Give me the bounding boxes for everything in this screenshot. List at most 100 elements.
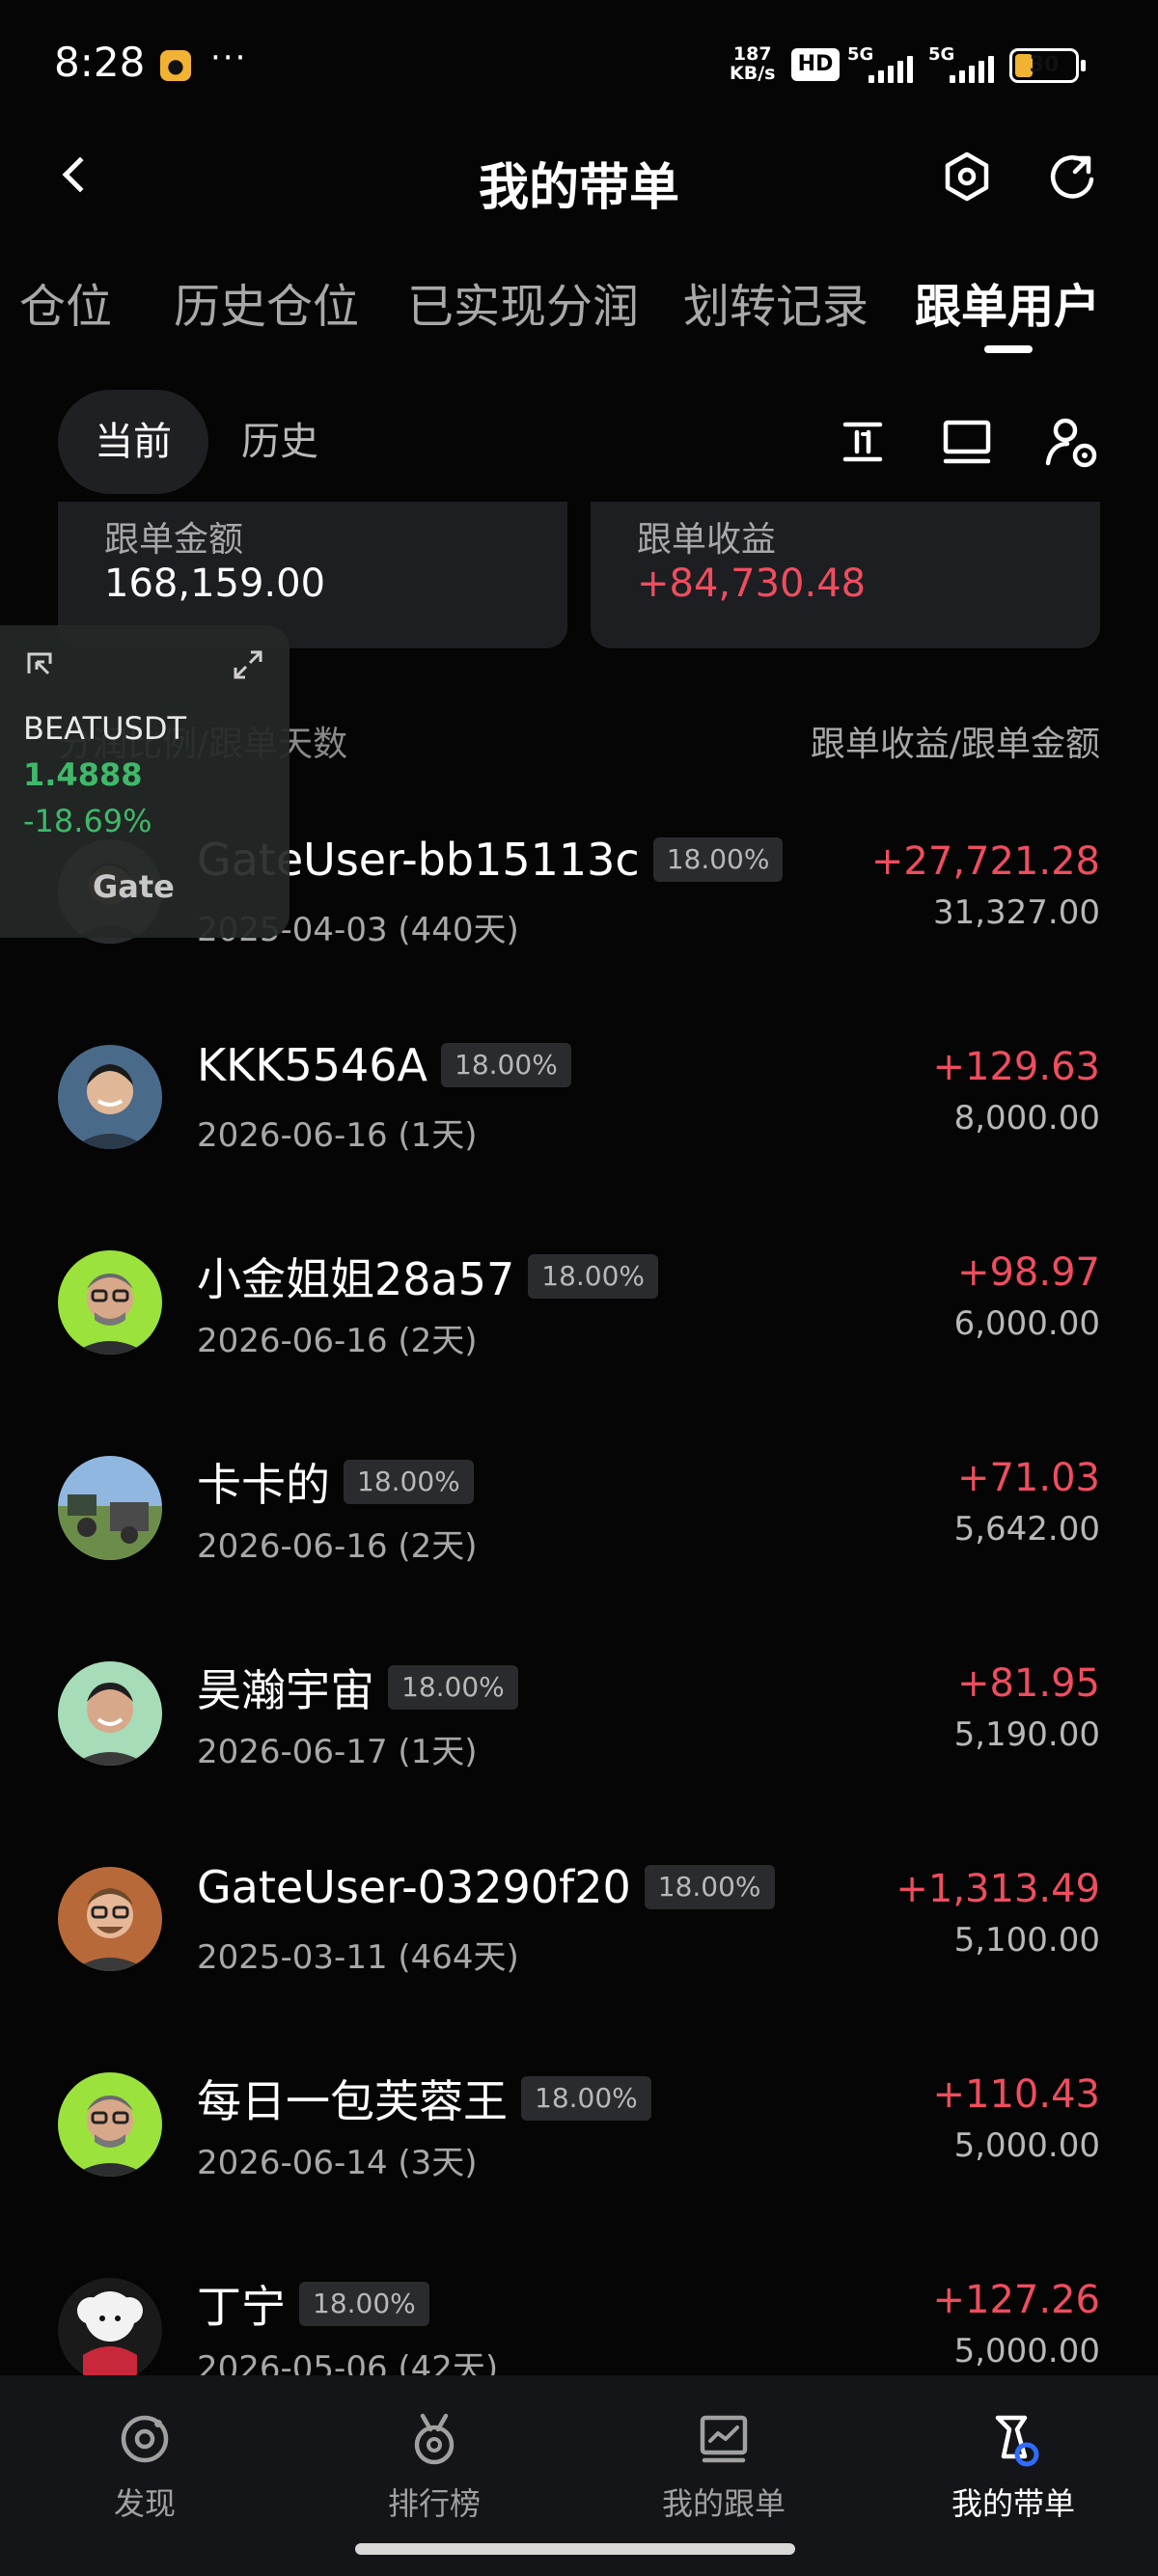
home-indicator[interactable] xyxy=(355,2543,795,2555)
profit-share-badge: 18.00% xyxy=(644,1865,775,1909)
profit-share-badge: 18.00% xyxy=(521,2076,651,2121)
active-tab-indicator xyxy=(984,345,1033,353)
follow-profit-card: 跟单收益 +84,730.48 xyxy=(591,502,1100,648)
nav-discover[interactable]: 发现 xyxy=(0,2375,290,2530)
follower-row[interactable]: 昊瀚宇宙 18.00% 2026-06-17 (1天) +81.95 5,190.… xyxy=(0,1661,1158,1854)
status-bar: 8:28 ● ··· 187 KB/s HD 5G 5G 30 xyxy=(0,0,1158,125)
follower-profit: +71.03 xyxy=(956,1456,1100,1500)
follower-amount: 8,000.00 xyxy=(953,1099,1100,1137)
battery-level: 30 xyxy=(1029,53,1060,77)
tab-followers[interactable]: 跟单用户 xyxy=(915,268,1100,336)
follow-profit-label: 跟单收益 xyxy=(637,520,777,560)
expand-icon[interactable] xyxy=(232,648,264,681)
avatar xyxy=(58,2072,162,2177)
follow-date: 2026-06-14 (3天) xyxy=(197,2144,478,2182)
floating-price-widget[interactable]: BEATUSDT 1.4888 -18.69% Gate xyxy=(0,625,290,938)
status-more-dots: ··· xyxy=(210,39,248,77)
nav-my-lead-trades[interactable]: 我的带单 xyxy=(868,2375,1158,2530)
follower-amount: 5,000.00 xyxy=(953,2126,1100,2165)
follower-name: 每日一包芙蓉王 18.00% xyxy=(197,2067,651,2130)
nav-my-copy-trades[interactable]: 我的跟单 xyxy=(579,2375,868,2530)
tab-transfer-records[interactable]: 划转记录 xyxy=(683,268,868,336)
follower-amount: 5,190.00 xyxy=(953,1715,1100,1754)
tab-history-positions[interactable]: 历史仓位 xyxy=(174,268,359,336)
battery-tip xyxy=(1081,60,1086,71)
nav-leaderboard-label: 排行榜 xyxy=(387,2485,481,2522)
follower-row[interactable]: 每日一包芙蓉王 18.00% 2026-06-14 (3天) +110.43 5,… xyxy=(0,2072,1158,2265)
chart-window-icon xyxy=(700,2415,748,2463)
follower-profit: +98.97 xyxy=(956,1250,1100,1295)
follower-profit: +27,721.28 xyxy=(870,839,1100,884)
settings-button[interactable] xyxy=(942,151,992,203)
tab-positions[interactable]: 仓位 xyxy=(19,268,112,336)
profit-share-badge: 18.00% xyxy=(652,837,784,882)
profit-share-badge: 18.00% xyxy=(528,1254,659,1299)
follower-name: KKK5546A 18.00% xyxy=(197,1039,571,1091)
follower-row[interactable]: GateUser-03290f20 18.00% 2025-03-11 (464天… xyxy=(0,1861,1158,2060)
follower-profit: +129.63 xyxy=(932,1045,1100,1089)
segment-current[interactable]: 当前 xyxy=(58,390,208,494)
avatar xyxy=(58,1456,162,1560)
gate-logo: Gate xyxy=(93,868,175,905)
sort-button[interactable] xyxy=(834,413,892,471)
follower-amount: 5,642.00 xyxy=(953,1510,1100,1548)
profit-share-badge: 18.00% xyxy=(344,1460,474,1504)
follower-amount: 6,000.00 xyxy=(953,1304,1100,1343)
user-settings-button[interactable] xyxy=(1042,413,1100,471)
widget-price: 1.4888 xyxy=(23,756,143,793)
minimize-icon[interactable] xyxy=(25,650,54,679)
follower-name: 丁宁 18.00% xyxy=(197,2272,429,2336)
user-settings-icon xyxy=(1045,418,1097,468)
network-speed-unit: KB/s xyxy=(730,63,776,84)
lead-trade-icon xyxy=(995,2415,1039,2467)
profit-share-badge: 18.00% xyxy=(388,1665,518,1710)
follow-amount-value: 168,159.00 xyxy=(104,562,326,606)
display-icon xyxy=(943,420,991,464)
profit-share-badge: 18.00% xyxy=(299,2282,429,2326)
follower-name: GateUser-03290f20 18.00% xyxy=(197,1861,775,1913)
widget-symbol: BEATUSDT xyxy=(23,710,187,747)
network-speed: 187 KB/s xyxy=(730,44,775,83)
follower-profit: +81.95 xyxy=(956,1661,1100,1706)
follow-profit-value: +84,730.48 xyxy=(637,562,867,606)
discover-icon xyxy=(121,2415,169,2463)
avatar xyxy=(58,1250,162,1355)
follower-row[interactable]: KKK5546A 18.00% 2026-06-16 (1天) +129.63 8… xyxy=(0,1039,1158,1238)
follower-name: 昊瀚宇宙 18.00% xyxy=(197,1656,518,1719)
avatar xyxy=(58,1867,162,1971)
follower-row[interactable]: 小金姐姐28a57 18.00% 2026-06-16 (2天) +98.97 6… xyxy=(0,1250,1158,1443)
list-header-right: 跟单收益/跟单金额 xyxy=(810,725,1100,764)
follow-date: 2026-06-16 (2天) xyxy=(197,1527,478,1566)
refresh-icon xyxy=(1050,155,1094,199)
hexagon-settings-icon xyxy=(945,151,989,202)
sort-icon xyxy=(842,422,883,462)
follower-amount: 5,000.00 xyxy=(953,2332,1100,2370)
follower-row[interactable]: 卡卡的 18.00% 2026-06-16 (2天) +71.03 5,642.0… xyxy=(0,1456,1158,1649)
nav-leaderboard[interactable]: 排行榜 xyxy=(290,2375,579,2530)
tab-bar: 仓位 历史仓位 已实现分润 划转记录 跟单用户 xyxy=(0,260,1158,357)
refresh-button[interactable] xyxy=(1046,151,1098,203)
widget-change: -18.69% xyxy=(23,803,152,839)
follow-date: 2026-06-17 (1天) xyxy=(197,1733,478,1771)
follower-name: 卡卡的 18.00% xyxy=(197,1450,474,1514)
follow-date: 2026-06-16 (2天) xyxy=(197,1322,478,1360)
avatar xyxy=(58,1045,162,1149)
nav-my-copy-trades-label: 我的跟单 xyxy=(661,2485,786,2522)
signal-icon-secondary: 5G xyxy=(928,44,996,83)
profit-share-badge: 18.00% xyxy=(441,1043,571,1087)
tab-realized-profit-share[interactable]: 已实现分润 xyxy=(407,268,639,336)
hd-voice-icon: HD xyxy=(791,48,840,81)
follower-name: 小金姐姐28a57 18.00% xyxy=(197,1245,659,1308)
avatar xyxy=(58,1661,162,1766)
network-speed-value: 187 xyxy=(732,43,772,65)
display-button[interactable] xyxy=(938,413,996,471)
follower-profit: +127.26 xyxy=(932,2278,1100,2322)
follower-amount: 31,327.00 xyxy=(932,893,1100,932)
avatar xyxy=(58,2278,162,2382)
follower-profit: +110.43 xyxy=(932,2072,1100,2117)
nav-my-lead-trades-label: 我的带单 xyxy=(951,2485,1075,2522)
follower-profit: +1,313.49 xyxy=(896,1867,1100,1911)
notification-app-icon: ● xyxy=(160,50,191,81)
segment-history[interactable]: 历史 xyxy=(241,390,318,494)
battery-icon: 30 xyxy=(1009,48,1079,83)
